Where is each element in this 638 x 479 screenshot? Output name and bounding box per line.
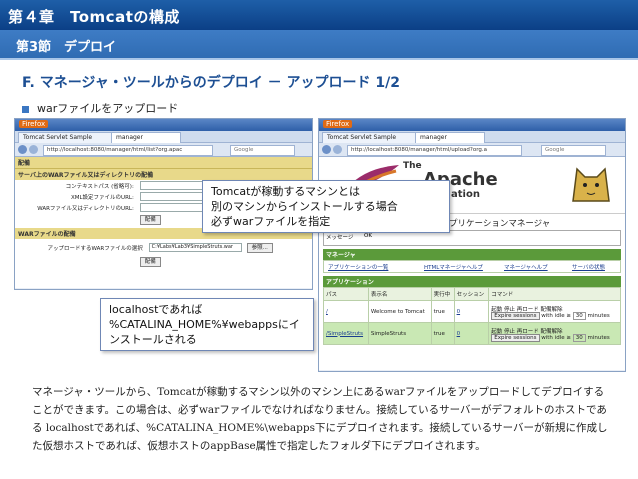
message-label: メッセージ [326,235,354,241]
right-forward-icon[interactable] [333,145,342,154]
right-tab-manager[interactable]: manager [415,132,485,143]
apache-logo-text-foundation: ation [451,189,480,200]
link-html-help[interactable]: HTMLマネージャヘルプ [424,263,483,271]
left-url-field[interactable]: http://localhost:8080/manager/html/list?… [43,145,213,156]
left-firefox-menu[interactable]: Firefox [19,120,49,128]
left-tab-manager[interactable]: manager [111,132,181,143]
bullet-text: warファイルをアップロード [37,102,179,115]
bullet-item: warファイルをアップロード [22,100,178,116]
row-name: Welcome to Tomcat [367,300,432,323]
idle-label: with idle ≥ [541,334,571,341]
left-tab-sample[interactable]: Tomcat Servlet Sample [18,132,116,143]
table-row: /SimpleStruts SimpleStruts true 0 起動 停止 … [323,322,621,345]
idle-input[interactable]: 30 [572,333,586,342]
expire-sessions-button[interactable]: Expire sessions [491,333,540,342]
callout-line: 別のマシンからインストールする場合 [211,200,398,213]
left-title-bar: Firefox [15,119,312,131]
chapter-title: 第４章 Tomcatの構成 [8,8,180,26]
right-back-icon[interactable] [322,145,331,154]
col-sessions: セッション [453,287,490,301]
right-firefox-menu[interactable]: Firefox [323,120,353,128]
apps-table: パス 表示名 実行中 セッション コマンド / Welcome to Tomca… [323,287,621,345]
message-value: OK [364,233,372,239]
row-path-link[interactable]: / [323,300,369,323]
right-tab-sample[interactable]: Tomcat Servlet Sample [322,132,420,143]
row-path-link[interactable]: /SimpleStruts [323,322,369,345]
browse-button[interactable]: 参照... [246,243,273,253]
war-url-label: WARファイル又はディレクトリのURL: [37,206,134,212]
minutes-label: minutes [587,312,610,319]
callout-localhost: localhostであれば %CATALINA_HOME%¥webappsにイ … [100,298,314,351]
left-search-field[interactable]: Google [230,145,295,156]
apps-header: アプリケーション [323,276,621,287]
war-deploy-button[interactable]: 配備 [139,257,161,267]
right-url-field[interactable]: http://localhost:8080/manager/html/uploa… [347,145,522,156]
war-file-row: アップロードするWARファイルの選択 C:¥Labs¥Lab3¥SimpleSt… [15,242,312,255]
callout-line: %CATALINA_HOME%¥webappsにイ [109,318,300,331]
row-sessions-link[interactable]: 0 [453,300,490,323]
manager-page-title: プリケーションマネージャ [449,219,551,229]
right-search-field[interactable]: Google [541,145,606,156]
idle-input[interactable]: 30 [572,311,586,320]
war-file-label: アップロードするWARファイルの選択 [47,246,143,252]
row-name: SimpleStruts [367,322,432,345]
callout-line: localhostであれば [109,303,203,316]
col-commands: コマンド [488,287,621,301]
manager-header: マネージャ [323,249,621,260]
deploy-button[interactable]: 配備 [139,215,161,225]
table-header-row: パス 表示名 実行中 セッション コマンド [323,287,621,301]
col-path: パス [323,287,369,301]
chapter-header: 第４章 Tomcatの構成 [0,0,638,30]
left-nav-bar: http://localhost:8080/manager/html/list?… [15,143,312,157]
table-row: / Welcome to Tomcat true 0 起動 停止 再ロード 配備… [323,300,621,323]
row-sessions-link[interactable]: 0 [453,322,490,345]
row-commands: 起動 停止 再ロード 配備解除 Expire sessions with idl… [488,300,621,323]
right-nav-bar: http://localhost:8080/manager/html/uploa… [319,143,625,157]
right-browser-window: Firefox Tomcat Servlet Sample manager ht… [318,118,626,372]
col-name: 表示名 [367,287,432,301]
col-running: 実行中 [430,287,455,301]
left-back-icon[interactable] [18,145,27,154]
manager-links-row: アプリケーションの一覧 HTMLマネージャヘルプ マネージャヘルプ サーバの状態 [323,260,621,273]
left-forward-icon[interactable] [29,145,38,154]
section-header: 第3節 デプロイ [0,30,638,60]
context-path-label: コンテキストパス (省略可): [65,184,134,190]
callout-line: Tomcatが稼動するマシンとは [211,185,360,198]
link-manager-help[interactable]: マネージャヘルプ [504,263,548,271]
minutes-label: minutes [587,334,610,341]
apache-logo-text-the: The [403,161,422,171]
slide-heading: F. マネージャ・ツールからのデプロイ － アップロード 1/2 [22,75,400,91]
row-running: true [430,322,455,345]
body-paragraph: マネージャ・ツールから、Tomcatが稼動するマシン以外のマシン上にあるwarフ… [32,386,608,452]
right-title-bar: Firefox [319,119,625,131]
callout-line: 必ずwarファイルを指定 [211,215,331,228]
callout-remote-install: Tomcatが稼動するマシンとは 別のマシンからインストールする場合 必ずwar… [202,180,450,233]
tomcat-logo-icon [572,167,610,202]
expire-sessions-button[interactable]: Expire sessions [491,311,540,320]
link-app-list[interactable]: アプリケーションの一覧 [328,263,388,271]
deploy-subheader: サーバ上のWARファイル又はディレクトリの配備 [15,169,312,180]
war-file-input[interactable]: C:¥Labs¥Lab3¥SimpleStruts.war [148,243,242,252]
callout-line: ンストールされる [109,333,197,346]
idle-label: with idle ≥ [541,312,571,319]
section-title-text: 第3節 デプロイ [16,40,117,55]
apps-table-wrapper: パス 表示名 実行中 セッション コマンド / Welcome to Tomca… [323,287,621,345]
deploy-header: 配備 [15,157,312,169]
row-running: true [430,300,455,323]
left-tab-strip: Tomcat Servlet Sample manager [15,131,312,143]
row-commands: 起動 停止 再ロード 配備解除 Expire sessions with idl… [488,322,621,345]
right-tab-strip: Tomcat Servlet Sample manager [319,131,625,143]
xml-url-label: XML設定ファイルのURL: [70,195,134,201]
war-deploy-button-row: 配備 [15,255,312,268]
bullet-square-icon [22,105,29,113]
link-server-status[interactable]: サーバの状態 [572,263,605,271]
